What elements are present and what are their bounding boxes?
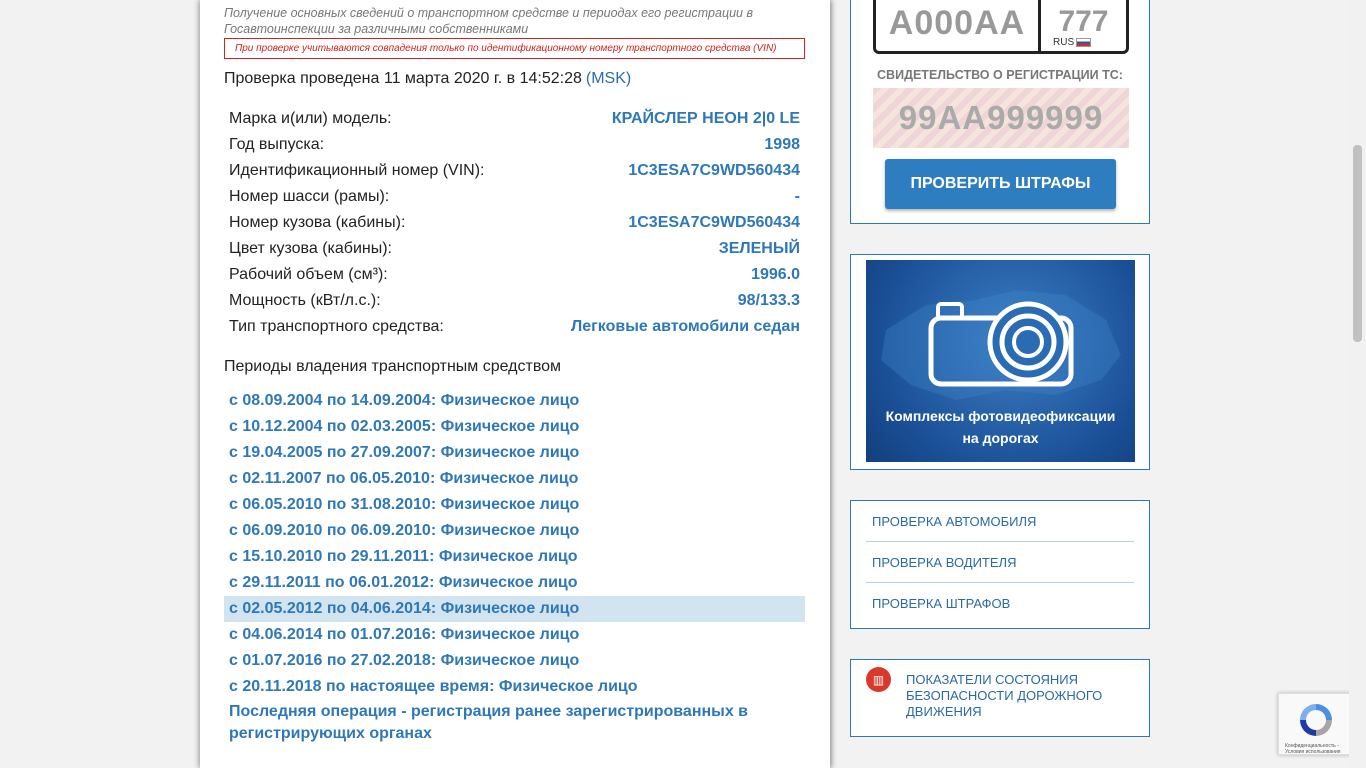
row-label: Номер шасси (рамы): bbox=[229, 188, 390, 205]
row-label: Рабочий объем (см³): bbox=[229, 266, 388, 283]
cert-sample: 99АА999999 bbox=[873, 88, 1129, 148]
check-fines-button[interactable]: ПРОВЕРИТЬ ШТРАФЫ bbox=[885, 159, 1116, 209]
row-label: Номер кузова (кабины): bbox=[229, 214, 406, 231]
ownership-period: с 02.05.2012 по 04.06.2014: Физическое л… bbox=[224, 596, 805, 622]
ownership-period: с 29.11.2011 по 06.01.2012: Физическое л… bbox=[229, 574, 578, 591]
cert-number: 99АА999999 bbox=[898, 99, 1104, 136]
license-plate-sample: А000АА 777 RUS bbox=[873, 0, 1129, 54]
ownership-period: с 06.05.2010 по 31.08.2010: Физическое л… bbox=[229, 496, 580, 513]
page-scrollbar[interactable] bbox=[1349, 0, 1366, 768]
ownership-period: с 08.09.2004 по 14.09.2004: Физическое л… bbox=[229, 392, 580, 409]
vehicle-row-power: Мощность (кВт/л.с.): 98/133.3 bbox=[224, 288, 805, 314]
vehicle-row-vin: Идентификационный номер (VIN): 1C3ESA7C9W… bbox=[224, 158, 805, 184]
cert-label: СВИДЕТЕЛЬСТВО О РЕГИСТРАЦИИ ТС: bbox=[877, 68, 1123, 82]
vehicle-row-volume: Рабочий объем (см³): 1996.0 bbox=[224, 262, 805, 288]
row-value: 1998 bbox=[764, 136, 800, 153]
scrollbar-thumb[interactable] bbox=[1353, 145, 1362, 342]
row-value: 98/133.3 bbox=[737, 292, 800, 309]
row-label: Идентификационный номер (VIN): bbox=[229, 162, 485, 179]
chart-icon: ▥ bbox=[866, 667, 891, 692]
ownership-period: с 20.11.2018 по настоящее время: Физичес… bbox=[229, 678, 638, 695]
check-time: Проверка проведена 11 марта 2020 г. в 14… bbox=[224, 70, 631, 88]
report-panel: Получение основных сведений о транспортн… bbox=[200, 0, 830, 768]
ownership-period: с 19.04.2005 по 27.09.2007: Физическое л… bbox=[229, 444, 580, 461]
fines-widget: А000АА 777 RUS СВИДЕТЕЛЬСТВО О РЕГИСТРАЦ… bbox=[850, 0, 1150, 224]
check-time-text: Проверка проведена 11 марта 2020 г. в 14… bbox=[224, 70, 582, 87]
ownership-periods: с 08.09.2004 по 14.09.2004: Физическое л… bbox=[224, 388, 805, 745]
plate-region: 777 bbox=[1058, 5, 1109, 38]
camera-widget: Комплексы фотовидеофиксации на дорогах bbox=[850, 254, 1150, 470]
plate-number: А000АА bbox=[876, 0, 1041, 51]
ownership-period: с 04.06.2014 по 01.07.2016: Физическое л… bbox=[229, 626, 580, 643]
plate-country-code: RUS bbox=[1053, 37, 1075, 48]
recaptcha-terms[interactable]: Конфиденциальность - Условия использован… bbox=[1285, 743, 1351, 755]
recaptcha-badge[interactable]: Конфиденциальность - Условия использован… bbox=[1278, 693, 1352, 755]
vehicle-row-body: Номер кузова (кабины): 1C3ESA7C9WD560434 bbox=[224, 210, 805, 236]
vehicle-row-model: Марка и(или) модель: КРАЙСЛЕР НЕОН 2|0 LE bbox=[224, 106, 805, 132]
row-value: 1C3ESA7C9WD560434 bbox=[628, 214, 800, 231]
row-label: Цвет кузова (кабины): bbox=[229, 240, 392, 257]
link-check-driver[interactable]: ПРОВЕРКА ВОДИТЕЛЯ bbox=[866, 542, 1134, 583]
camera-banner[interactable]: Комплексы фотовидеофиксации на дорогах bbox=[866, 260, 1135, 462]
last-operation: Последняя операция - регистрация ранее з… bbox=[229, 703, 748, 742]
camera-banner-text: Комплексы фотовидеофиксации на дорогах bbox=[866, 405, 1135, 449]
row-value: КРАЙСЛЕР НЕОН 2|0 LE bbox=[611, 110, 800, 127]
timezone-label: (MSK) bbox=[585, 70, 632, 87]
vin-note: При проверке учитываются совпадения толь… bbox=[224, 38, 805, 59]
links-widget: ПРОВЕРКА АВТОМОБИЛЯ ПРОВЕРКА ВОДИТЕЛЯ ПР… bbox=[850, 500, 1150, 629]
recaptcha-icon bbox=[1300, 704, 1332, 736]
vehicle-row-type: Тип транспортного средства: Легковые авто… bbox=[224, 314, 805, 340]
link-check-car[interactable]: ПРОВЕРКА АВТОМОБИЛЯ bbox=[866, 501, 1134, 542]
stats-link[interactable]: ПОКАЗАТЕЛИ СОСТОЯНИЯ БЕЗОПАСНОСТИ ДОРОЖН… bbox=[906, 672, 1126, 720]
row-value: - bbox=[794, 188, 800, 205]
camera-banner-line1: Комплексы фотовидеофиксации bbox=[885, 408, 1116, 424]
ownership-period: с 10.12.2004 по 02.03.2005: Физическое л… bbox=[229, 418, 580, 435]
ownership-period: с 01.07.2016 по 27.02.2018: Физическое л… bbox=[229, 652, 580, 669]
vehicle-row-year: Год выпуска: 1998 bbox=[224, 132, 805, 158]
row-value: 1996.0 bbox=[751, 266, 800, 283]
row-label: Год выпуска: bbox=[229, 136, 325, 153]
russia-flag-icon bbox=[1076, 38, 1092, 47]
row-value: ЗЕЛЕНЫЙ bbox=[718, 240, 800, 257]
ownership-period: с 15.10.2010 по 29.11.2011: Физическое л… bbox=[229, 548, 578, 565]
row-value: Легковые автомобили седан bbox=[571, 318, 800, 335]
row-label: Марка и(или) модель: bbox=[229, 110, 392, 127]
row-label: Тип транспортного средства: bbox=[229, 318, 444, 335]
vehicle-row-color: Цвет кузова (кабины): ЗЕЛЕНЫЙ bbox=[224, 236, 805, 262]
ownership-title: Периоды владения транспортным средством bbox=[224, 358, 562, 375]
row-label: Мощность (кВт/л.с.): bbox=[229, 292, 381, 309]
ownership-period: с 06.09.2010 по 06.09.2010: Физическое л… bbox=[229, 522, 580, 539]
row-value: 1C3ESA7C9WD560434 bbox=[628, 162, 800, 179]
vehicle-info-table: Марка и(или) модель: КРАЙСЛЕР НЕОН 2|0 LE… bbox=[224, 106, 805, 340]
vehicle-row-chassis: Номер шасси (рамы): - bbox=[224, 184, 805, 210]
plate-region-box: 777 RUS bbox=[1041, 0, 1126, 51]
ownership-period: с 02.11.2007 по 06.05.2010: Физическое л… bbox=[229, 470, 579, 487]
stats-widget[interactable]: ▥ ПОКАЗАТЕЛИ СОСТОЯНИЯ БЕЗОПАСНОСТИ ДОРО… bbox=[850, 659, 1150, 737]
link-check-fines[interactable]: ПРОВЕРКА ШТРАФОВ bbox=[866, 583, 1134, 624]
plate-country: RUS bbox=[1053, 37, 1092, 48]
report-intro: Получение основных сведений о транспортн… bbox=[224, 6, 754, 36]
camera-banner-line2: на дорогах bbox=[962, 430, 1039, 446]
